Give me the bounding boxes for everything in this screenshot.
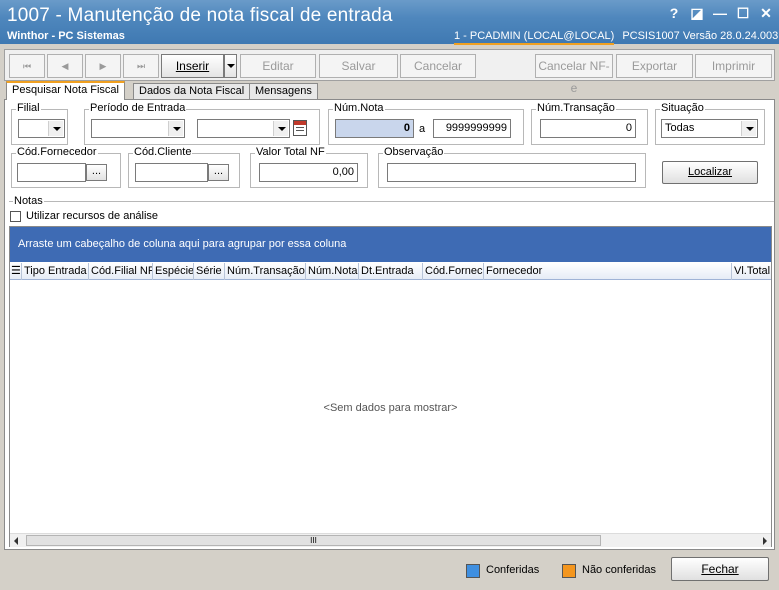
num-nota-label: Núm.Nota [333,102,385,114]
horizontal-scrollbar[interactable]: III [10,533,771,547]
cod-cliente-input[interactable] [135,163,208,182]
valor-total-input[interactable]: 0,00 [259,163,358,182]
title-bar: 1007 - Manutenção de nota fiscal de entr… [0,0,779,45]
status-bar: Conferidas Não conferidas Fechar [0,553,779,590]
valor-total-label: Valor Total NF [255,146,326,158]
column-header[interactable]: Núm.Nota [306,263,359,280]
window-title: 1007 - Manutenção de nota fiscal de entr… [7,5,393,26]
scroll-right-icon[interactable] [763,537,767,545]
tab-pesquisar[interactable]: Pesquisar Nota Fiscal [6,81,125,100]
inserir-button[interactable]: Inserir [161,54,224,78]
num-nota-from-input[interactable]: 0 [335,119,414,138]
notas-label: Notas [13,195,44,207]
editar-button[interactable]: Editar [240,54,316,78]
num-transacao-input[interactable]: 0 [540,119,636,138]
group-by-panel[interactable]: Arraste um cabeçalho de coluna aqui para… [10,227,771,262]
chevron-down-icon [741,121,756,136]
cod-cliente-label: Cód.Cliente [133,146,193,158]
column-header[interactable]: Cód.Filial NF [89,263,153,280]
first-record-button[interactable]: ⏮ [9,54,45,78]
conferidas-label: Conferidas [486,564,540,576]
cod-fornecedor-label: Cód.Fornecedor [16,146,98,158]
column-header[interactable]: Dt.Entrada [359,263,423,280]
cliente-lookup-button[interactable]: ... [208,164,229,181]
column-header[interactable]: Núm.Transação [225,263,306,280]
app-subtitle: Winthor - PC Sistemas [7,30,125,42]
session-info: 1 - PCADMIN (LOCAL@LOCAL) PCSIS1007 Versã… [454,30,779,45]
range-separator: a [419,123,426,135]
periodo-label: Período de Entrada [89,102,187,114]
localizar-label: Localizar [687,166,733,178]
last-record-button[interactable]: ⏭ [123,54,159,78]
scroll-left-icon[interactable] [14,537,18,545]
chevron-down-icon [48,121,63,136]
notas-grid: Arraste um cabeçalho de coluna aqui para… [9,226,772,547]
prev-record-button[interactable]: ◀ [47,54,83,78]
chevron-down-icon [273,121,288,136]
inserir-dropdown-button[interactable] [224,54,237,78]
localizar-button[interactable]: Localizar [662,161,758,184]
analise-checkbox[interactable] [10,211,21,222]
column-header[interactable]: Série [194,263,225,280]
column-chooser-icon[interactable]: ☰ [10,263,22,280]
session-user: 1 - PCADMIN (LOCAL@LOCAL) [454,30,615,45]
filial-label: Filial [16,102,41,114]
chevron-down-icon [168,121,183,136]
close-icon[interactable]: ✕ [757,4,775,22]
situacao-value: Todas [665,122,695,134]
help-icon[interactable]: ? [665,4,683,22]
analise-label: Utilizar recursos de análise [26,210,159,222]
column-header[interactable]: Tipo Entrada [22,263,89,280]
observacao-label: Observação [383,146,445,158]
periodo-end-date[interactable] [197,119,290,138]
tab-dados[interactable]: Dados da Nota Fiscal [133,83,251,100]
cod-fornecedor-input[interactable] [17,163,86,182]
calendar-icon[interactable] [293,120,307,136]
fechar-button[interactable]: Fechar [671,557,769,581]
fechar-label: Fechar [701,562,739,576]
situacao-label: Situação [660,102,705,114]
notas-divider [9,201,774,202]
grid-header: ☰ Tipo Entrada Cód.Filial NF Espécie Sér… [10,263,771,280]
conferidas-swatch [466,564,480,578]
imprimir-button[interactable]: Imprimir [695,54,772,78]
cancelar-button[interactable]: Cancelar [400,54,476,78]
inserir-label: Inserir [175,59,210,73]
observacao-input[interactable] [387,163,636,182]
exportar-button[interactable]: Exportar [616,54,693,78]
filial-select[interactable] [18,119,65,138]
nao-conferidas-swatch [562,564,576,578]
next-record-button[interactable]: ▶ [85,54,121,78]
empty-grid-message: <Sem dados para mostrar> [323,402,458,414]
maximize-icon[interactable]: ☐ [734,4,752,22]
cancelar-nfe-button[interactable]: Cancelar NF-e [535,54,613,95]
situacao-select[interactable]: Todas [661,119,758,138]
restore-icon[interactable]: ◪ [688,4,706,22]
salvar-button[interactable]: Salvar [319,54,398,78]
tab-mensagens[interactable]: Mensagens [249,83,318,100]
toolbar: ⏮ ◀ ▶ ⏭ Inserir Editar Salvar Cancelar C… [4,49,775,95]
nao-conferidas-label: Não conferidas [582,564,656,576]
column-header[interactable]: Cód.Fornec [423,263,484,280]
chevron-down-icon [227,64,235,68]
column-header[interactable]: Vl.Total [732,263,771,280]
version-info: PCSIS1007 Versão 28.0.24.003 [622,30,779,42]
column-header[interactable]: Fornecedor [484,263,732,280]
num-nota-to-input[interactable]: 9999999999 [433,119,511,138]
scrollbar-thumb[interactable]: III [26,535,601,546]
column-header[interactable]: Espécie [153,263,194,280]
periodo-start-date[interactable] [91,119,185,138]
fornecedor-lookup-button[interactable]: ... [86,164,107,181]
minimize-icon[interactable]: — [711,4,729,22]
num-transacao-label: Núm.Transação [536,102,616,114]
